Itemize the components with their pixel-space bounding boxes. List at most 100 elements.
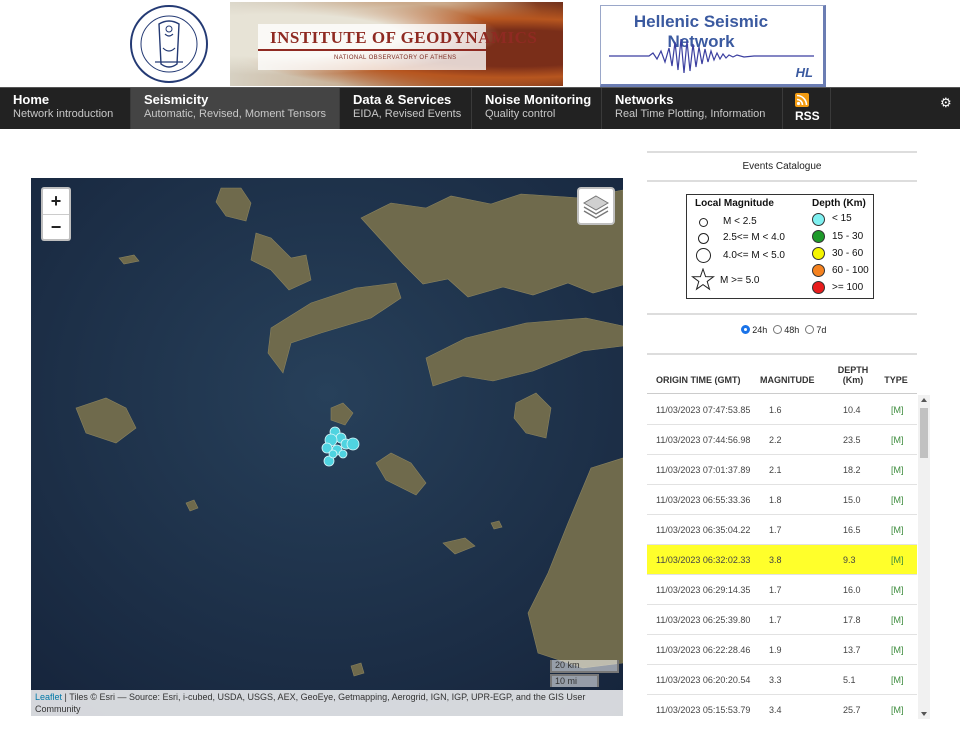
event-type-link[interactable]: [M] — [891, 495, 904, 505]
table-row[interactable]: 11/03/2023 06:55:33.36 1.8 15.0 [M] — [647, 485, 917, 515]
nav-item-subtitle: Automatic, Revised, Moment Tensors — [144, 108, 326, 120]
institute-banner: INSTITUTE OF GEODYNAMICS NATIONAL OBSERV… — [230, 2, 563, 86]
event-type-link[interactable]: [M] — [891, 675, 904, 685]
event-time: 11/03/2023 05:15:53.79 — [656, 705, 751, 715]
event-type-link[interactable]: [M] — [891, 465, 904, 475]
scrollbar-thumb[interactable] — [920, 408, 928, 458]
nav-item-title: Home — [13, 92, 50, 107]
zoom-in-button[interactable]: + — [43, 189, 69, 215]
table-row-highlighted[interactable]: 11/03/2023 06:32:02.33 3.8 9.3 [M] — [647, 545, 917, 575]
magnitude-small-icon — [699, 218, 708, 227]
event-type-link[interactable]: [M] — [891, 705, 904, 715]
main-navigation: Home Network introduction Seismicity Aut… — [0, 87, 960, 129]
event-depth: 9.3 — [843, 555, 856, 565]
event-time: 11/03/2023 07:44:56.98 — [656, 435, 751, 445]
event-time: 11/03/2023 06:20:20.54 — [656, 675, 751, 685]
layers-button[interactable] — [577, 187, 615, 225]
seismogram-icon — [609, 38, 814, 74]
map-tiles — [31, 178, 623, 716]
scroll-down-icon[interactable] — [921, 712, 927, 716]
nav-item-subtitle: Quality control — [485, 108, 556, 120]
attribution-text: | Tiles © Esri — Source: Esri, i-cubed, … — [35, 692, 586, 714]
table-row[interactable]: 11/03/2023 06:35:04.22 1.7 16.5 [M] — [647, 515, 917, 545]
depth-color-icon — [812, 264, 825, 277]
event-magnitude: 3.8 — [769, 555, 782, 565]
site-header: INSTITUTE OF GEODYNAMICS NATIONAL OBSERV… — [0, 0, 960, 87]
event-type-link[interactable]: [M] — [891, 525, 904, 535]
scroll-up-icon[interactable] — [921, 398, 927, 402]
period-label: 48h — [784, 325, 800, 335]
gear-icon[interactable]: ⚙ — [940, 95, 952, 111]
table-row[interactable]: 11/03/2023 06:22:28.46 1.9 13.7 [M] — [647, 635, 917, 665]
zoom-out-button[interactable]: − — [43, 215, 69, 240]
table-row[interactable]: 11/03/2023 07:47:53.85 1.6 10.4 [M] — [647, 395, 917, 425]
table-row[interactable]: 11/03/2023 05:15:53.79 3.4 25.7 [M] — [647, 695, 917, 721]
event-type-link[interactable]: [M] — [891, 435, 904, 445]
network-code: HL — [795, 65, 813, 80]
nav-item-title: Noise Monitoring — [485, 92, 592, 107]
event-magnitude: 3.4 — [769, 705, 782, 715]
period-48h-radio[interactable] — [772, 325, 782, 334]
magnitude-class: 2.5<= M < 4.0 — [723, 232, 785, 243]
table-row[interactable]: 11/03/2023 07:44:56.98 2.2 23.5 [M] — [647, 425, 917, 455]
period-label: 24h — [752, 325, 768, 335]
event-type-link[interactable]: [M] — [891, 645, 904, 655]
table-row[interactable]: 11/03/2023 06:29:14.35 1.7 16.0 [M] — [647, 575, 917, 605]
event-depth: 16.0 — [843, 585, 861, 595]
period-24h-radio[interactable] — [740, 325, 750, 334]
map-legend: Local Magnitude M < 2.5 2.5<= M < 4.0 4.… — [686, 194, 874, 299]
event-type-link[interactable]: [M] — [891, 555, 904, 565]
rss-label: RSS — [795, 109, 820, 123]
nav-item-data-services[interactable]: Data & Services EIDA, Revised Events — [340, 88, 472, 129]
event-time: 11/03/2023 06:29:14.35 — [656, 585, 751, 595]
nav-item-seismicity[interactable]: Seismicity Automatic, Revised, Moment Te… — [131, 88, 340, 129]
zoom-control: + − — [41, 187, 71, 241]
column-header-magnitude: MAGNITUDE — [760, 375, 815, 385]
event-magnitude: 2.1 — [769, 465, 782, 475]
event-type-link[interactable]: [M] — [891, 585, 904, 595]
column-header-depth: DEPTH (Km) — [837, 365, 869, 385]
event-magnitude: 3.3 — [769, 675, 782, 685]
scale-mi: 10 mi — [550, 674, 599, 687]
period-7d-radio[interactable] — [804, 325, 814, 334]
institute-title: INSTITUTE OF GEODYNAMICS — [270, 28, 538, 47]
event-magnitude: 1.7 — [769, 615, 782, 625]
table-row[interactable]: 11/03/2023 07:01:37.89 2.1 18.2 [M] — [647, 455, 917, 485]
nav-item-title: Seismicity — [144, 92, 209, 107]
map-scale: 20 km 10 mi — [550, 660, 619, 688]
depth-class: 30 - 60 — [832, 248, 864, 259]
event-depth: 13.7 — [843, 645, 861, 655]
nav-item-networks[interactable]: Networks Real Time Plotting, Information — [602, 88, 783, 129]
rss-link[interactable]: RSS — [783, 88, 831, 129]
depth-class: 15 - 30 — [832, 231, 864, 242]
depth-color-icon — [812, 247, 825, 260]
table-row[interactable]: 11/03/2023 06:25:39.80 1.7 17.8 [M] — [647, 605, 917, 635]
nav-item-subtitle: Network introduction — [13, 108, 114, 120]
event-time: 11/03/2023 06:35:04.22 — [656, 525, 751, 535]
nav-item-home[interactable]: Home Network introduction — [0, 88, 131, 129]
events-scrollbar[interactable] — [918, 395, 930, 719]
event-magnitude: 2.2 — [769, 435, 782, 445]
event-magnitude: 1.7 — [769, 525, 782, 535]
event-type-link[interactable]: [M] — [891, 615, 904, 625]
event-depth: 18.2 — [843, 465, 861, 475]
star-icon — [691, 268, 715, 291]
event-type-link[interactable]: [M] — [891, 405, 904, 415]
column-header-origin-time: ORIGIN TIME (GMT) — [656, 375, 741, 385]
seismicity-map[interactable]: + − 20 km 10 mi Leaflet | Tiles © Esri —… — [31, 178, 623, 716]
university-seal-logo — [130, 5, 208, 83]
event-depth: 17.8 — [843, 615, 861, 625]
leaflet-link[interactable]: Leaflet — [35, 692, 62, 702]
table-row[interactable]: 11/03/2023 06:20:20.54 3.3 5.1 [M] — [647, 665, 917, 695]
magnitude-large-icon — [696, 248, 711, 263]
event-depth: 16.5 — [843, 525, 861, 535]
magnitude-medium-icon — [698, 233, 709, 244]
column-header-type: TYPE — [884, 375, 908, 385]
events-table: 11/03/2023 07:47:53.85 1.6 10.4 [M] 11/0… — [647, 395, 917, 721]
events-catalogue: Events Catalogue Local Magnitude M < 2.5… — [647, 151, 917, 721]
event-time: 11/03/2023 07:01:37.89 — [656, 465, 751, 475]
nav-item-noise-monitoring[interactable]: Noise Monitoring Quality control — [472, 88, 602, 129]
institute-subtitle: NATIONAL OBSERVATORY OF ATHENS — [334, 55, 457, 61]
nav-item-title: Data & Services — [353, 92, 452, 107]
magnitude-class: M >= 5.0 — [720, 275, 760, 286]
